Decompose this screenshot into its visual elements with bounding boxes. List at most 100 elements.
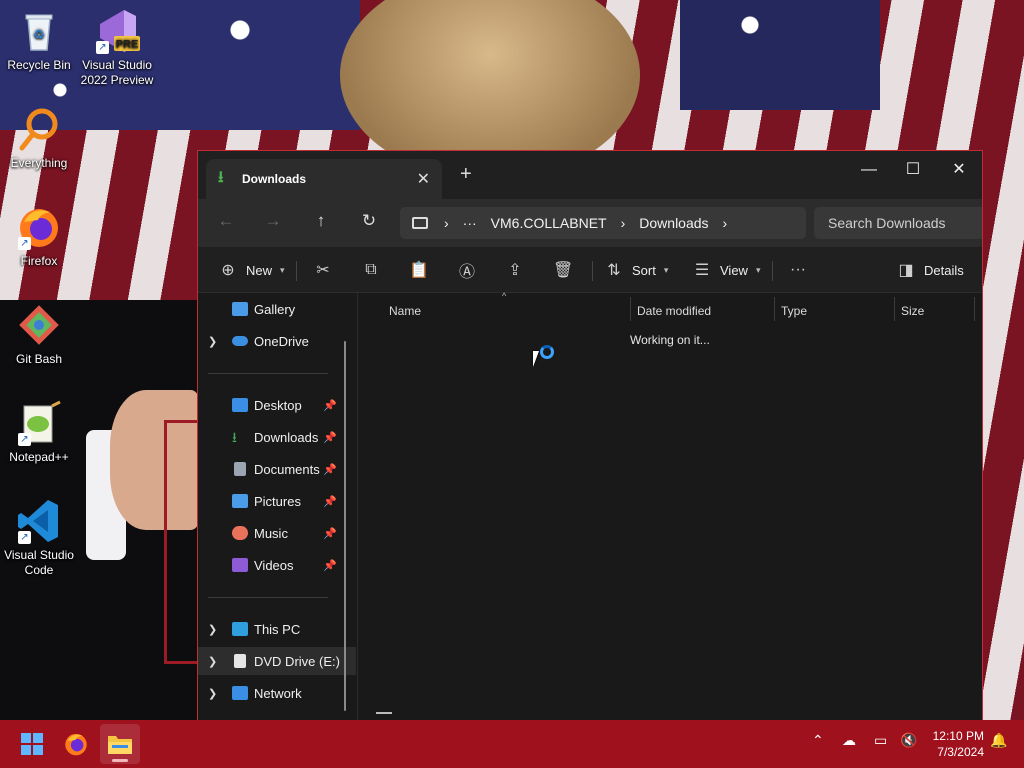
pin-icon[interactable]: 📌 — [323, 431, 337, 444]
chevron-right-icon[interactable]: ❯ — [208, 335, 217, 348]
volume-muted-icon[interactable]: 🔇 — [900, 732, 917, 749]
desktop-icon-label: Git Bash — [15, 352, 63, 366]
everything-search-icon — [16, 106, 62, 152]
copy-button[interactable]: ⧉ — [361, 257, 381, 283]
column-divider[interactable] — [630, 297, 631, 321]
file-list-area[interactable]: ^ Name Date modified Type Size Working o… — [357, 291, 982, 720]
chevron-right-icon[interactable]: ❯ — [208, 655, 217, 668]
nav-item-network[interactable]: ❯ Network — [198, 679, 356, 707]
copy-icon: ⧉ — [365, 261, 377, 278]
chevron-down-icon: ▾ — [280, 264, 285, 275]
nav-item-gallery[interactable]: Gallery — [198, 295, 356, 323]
notepad-plus-plus-icon: ↗ — [16, 400, 62, 446]
column-divider[interactable] — [894, 297, 895, 321]
breadcrumb-downloads[interactable]: Downloads — [639, 215, 708, 231]
desktop-icon-label: Everything — [10, 156, 68, 170]
nav-item-desktop[interactable]: Desktop 📌 — [198, 391, 356, 419]
new-button[interactable]: ⊕ New ▾ — [218, 257, 285, 283]
column-divider[interactable] — [974, 297, 975, 321]
network-disconnected-icon[interactable]: ☁ — [842, 732, 856, 749]
column-divider[interactable] — [774, 297, 775, 321]
git-bash-icon — [16, 302, 62, 348]
nav-item-downloads[interactable]: ⭳ Downloads 📌 — [198, 423, 356, 451]
shortcut-arrow-icon: ↗ — [18, 531, 31, 544]
close-tab-icon[interactable]: ✕ — [417, 169, 430, 189]
nav-item-videos[interactable]: Videos 📌 — [198, 551, 356, 579]
search-input[interactable]: Search Downloads — [814, 207, 982, 239]
nav-item-onedrive[interactable]: ❯ OneDrive — [198, 327, 356, 355]
close-window-button[interactable]: ✕ — [936, 157, 982, 183]
column-header-size[interactable]: Size — [901, 299, 924, 323]
pin-icon[interactable]: 📌 — [323, 527, 337, 540]
taskbar-file-explorer[interactable] — [100, 724, 140, 764]
breadcrumb-host[interactable]: VM6.COLLABNET — [491, 215, 607, 231]
document-icon — [234, 462, 246, 476]
desktop-icon-visual-studio[interactable]: PRE ↗ Visual Studio 2022 Preview — [78, 8, 156, 88]
resize-handle[interactable] — [376, 712, 392, 714]
share-icon: ⇪ — [508, 262, 522, 279]
download-arrow-icon: ⭳ — [218, 168, 224, 186]
plus-circle-icon: ⊕ — [221, 262, 235, 279]
cloud-icon — [232, 336, 248, 346]
desktop-icon-everything[interactable]: Everything — [0, 106, 78, 171]
taskbar-firefox[interactable] — [56, 724, 96, 764]
show-hidden-icons-chevron-icon[interactable]: ⌃ — [812, 732, 824, 749]
desktop-icon-firefox[interactable]: ↗ Firefox — [0, 204, 78, 269]
minimize-button[interactable]: — — [846, 157, 892, 183]
desktop-icon-git-bash[interactable]: Git Bash — [0, 302, 78, 367]
desktop-icon-label: Visual Studio 2022 Preview — [80, 58, 154, 87]
pin-icon[interactable]: 📌 — [323, 463, 337, 476]
breadcrumb-overflow[interactable]: ··· — [463, 215, 477, 231]
nav-item-music[interactable]: Music 📌 — [198, 519, 356, 547]
windows-logo-icon — [21, 733, 43, 755]
scissors-icon: ✂ — [316, 262, 330, 279]
sort-button-label: Sort — [632, 262, 656, 278]
maximize-button[interactable]: ☐ — [890, 157, 936, 183]
chevron-right-icon[interactable]: ❯ — [208, 623, 217, 636]
notification-icon[interactable]: 🔔 — [990, 732, 1007, 749]
column-header-type[interactable]: Type — [781, 299, 807, 323]
rename-button[interactable]: Ⓐ — [457, 257, 477, 283]
column-header-date-modified[interactable]: Date modified — [637, 299, 711, 323]
cut-button[interactable]: ✂ — [313, 257, 333, 283]
nav-pane-scrollbar[interactable] — [344, 341, 346, 711]
nav-item-this-pc[interactable]: ❯ This PC — [198, 615, 356, 643]
sort-button[interactable]: ⇅ Sort ▾ — [604, 257, 668, 283]
paste-button[interactable]: 📋 — [409, 257, 429, 283]
taskbar-clock[interactable]: 12:10 PM 7/3/2024 — [930, 728, 984, 760]
tab-downloads[interactable]: ⭳ Downloads ✕ — [206, 159, 442, 199]
address-bar[interactable]: › ··· VM6.COLLABNET › Downloads › — [400, 207, 806, 239]
rename-icon: Ⓐ — [458, 264, 475, 281]
nav-divider — [208, 597, 328, 598]
nav-item-label: Network — [254, 685, 302, 701]
chevron-right-icon[interactable]: › — [723, 215, 728, 231]
delete-button[interactable]: 🗑 — [553, 257, 573, 283]
sort-icon: ⇅ — [607, 262, 621, 279]
chevron-down-icon: ▾ — [755, 264, 761, 275]
view-button-label: View — [720, 262, 748, 278]
desktop-icon-vscode[interactable]: ↗ Visual Studio Code — [0, 498, 78, 578]
desktop-icon-notepad-plus-plus[interactable]: ↗ Notepad++ — [0, 400, 78, 465]
view-button[interactable]: ☰ View ▾ — [692, 257, 761, 283]
download-arrow-icon: ⭳ — [232, 429, 237, 445]
nav-item-documents[interactable]: Documents 📌 — [198, 455, 356, 483]
details-button[interactable]: ◨ Details — [896, 257, 963, 283]
nav-item-dvd-drive[interactable]: ❯ DVD Drive (E:) vi — [198, 647, 356, 675]
shortcut-arrow-icon: ↗ — [18, 433, 31, 446]
pin-icon[interactable]: 📌 — [323, 399, 337, 412]
computer-icon — [232, 622, 248, 636]
share-button[interactable]: ⇪ — [505, 257, 525, 283]
divider — [296, 261, 297, 281]
more-options-button[interactable]: ··· — [788, 257, 808, 283]
pin-icon[interactable]: 📌 — [323, 495, 337, 508]
desktop-icon-recycle-bin[interactable]: ♻ Recycle Bin — [0, 8, 78, 73]
column-header-name[interactable]: Name — [389, 299, 421, 323]
display-icon[interactable]: ▭ — [874, 732, 887, 749]
visual-studio-icon: PRE ↗ — [94, 8, 140, 54]
pin-icon[interactable]: 📌 — [323, 559, 337, 572]
nav-divider — [208, 373, 328, 374]
chevron-right-icon[interactable]: ❯ — [208, 687, 217, 700]
start-button[interactable] — [12, 724, 52, 764]
nav-item-pictures[interactable]: Pictures 📌 — [198, 487, 356, 515]
new-tab-button[interactable]: + — [460, 163, 472, 186]
